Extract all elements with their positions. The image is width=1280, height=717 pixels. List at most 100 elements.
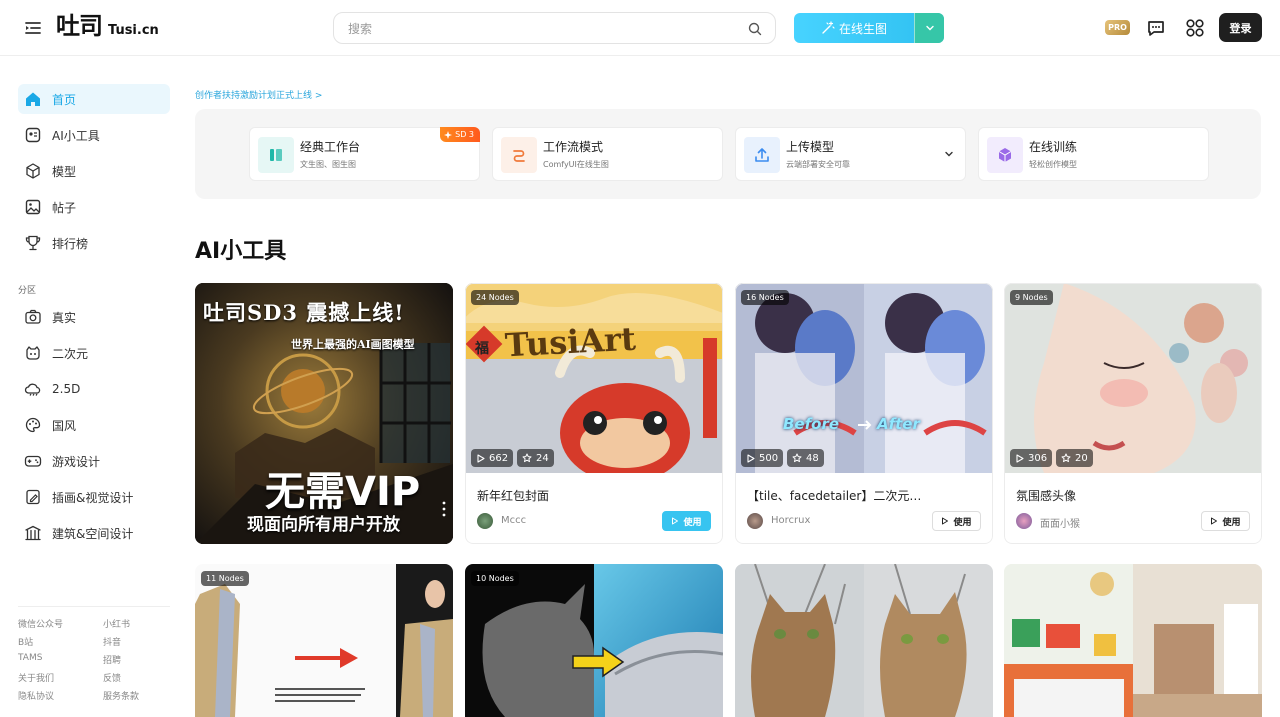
- play-icon: [1211, 517, 1218, 525]
- card-brand-text: TusiArt: [504, 319, 637, 365]
- generate-dropdown[interactable]: [914, 13, 944, 43]
- card-author[interactable]: Mccc: [501, 515, 526, 526]
- sidebar-category-game[interactable]: 游戏设计: [18, 446, 170, 476]
- banner-subheadline: 世界上最强的AI画图模型: [291, 338, 415, 351]
- quick-card-classic-workbench[interactable]: 经典工作台 文生图、图生图 SD 3: [249, 127, 480, 181]
- footer-link-xiaohongshu[interactable]: 小红书: [103, 617, 130, 630]
- sidebar-category-2-5d[interactable]: 2.5D: [18, 374, 170, 404]
- footer-link-wechat[interactable]: 微信公众号: [18, 617, 63, 630]
- sidebar-item-label: 2.5D: [52, 382, 81, 396]
- stars-stat: 20: [1056, 449, 1093, 467]
- anime-face-icon: [24, 344, 42, 362]
- quick-card-title: 经典工作台: [300, 140, 361, 154]
- sidebar-category-real[interactable]: 真实: [18, 302, 170, 332]
- sidebar-item-label: 首页: [52, 92, 77, 107]
- tool-card-fashion[interactable]: 11 Nodes: [195, 564, 453, 717]
- sidebar-item-home[interactable]: 首页: [18, 84, 170, 114]
- ai-tool-icon: [24, 126, 42, 144]
- search-input[interactable]: [348, 19, 728, 39]
- logo-sub-text: Tusi.cn: [108, 23, 159, 38]
- card-author[interactable]: Horcrux: [771, 515, 810, 526]
- avatar[interactable]: [747, 513, 763, 529]
- sd3-banner-card[interactable]: 吐司SD3 震撼上线! 世界上最强的AI画图模型 无需VIP 现面向所有用户开放: [195, 283, 453, 544]
- card-author[interactable]: 面面小猴: [1040, 515, 1080, 530]
- sidebar: 首页 AI小工具 模型 帖子 排行榜 分区 真实 二次元 2.5D 国风 游戏设…: [0, 57, 180, 717]
- footer-link-privacy[interactable]: 隐私协议: [18, 689, 54, 702]
- menu-toggle-icon[interactable]: [22, 17, 44, 39]
- tool-card-cats[interactable]: [735, 564, 993, 717]
- quick-card-workflow[interactable]: 工作流模式 ComfyUI在线生图: [492, 127, 723, 181]
- sidebar-item-posts[interactable]: 帖子: [18, 192, 170, 222]
- use-button[interactable]: 使用: [662, 511, 711, 531]
- magic-wand-icon: [822, 21, 835, 34]
- chevron-down-icon[interactable]: [943, 148, 955, 160]
- more-dots-icon[interactable]: [441, 501, 447, 517]
- card-image: [1004, 283, 1262, 473]
- generate-button[interactable]: 在线生图: [794, 13, 944, 43]
- use-button[interactable]: 使用: [1201, 511, 1250, 531]
- pro-badge[interactable]: PRO: [1105, 20, 1130, 35]
- login-button[interactable]: 登录: [1219, 13, 1262, 42]
- quick-card-subtitle: 云端部署安全可靠: [786, 160, 850, 169]
- use-button-label: 使用: [1222, 517, 1241, 528]
- card-title: 氛围感头像: [1016, 489, 1077, 503]
- footer-link-tams[interactable]: TAMS: [18, 653, 42, 663]
- nodes-badge: 11 Nodes: [201, 571, 249, 586]
- before-label: Before: [783, 415, 840, 433]
- message-icon[interactable]: [1145, 17, 1167, 39]
- footer-link-about[interactable]: 关于我们: [18, 671, 54, 684]
- camera-icon: [24, 308, 42, 326]
- avatar[interactable]: [477, 513, 493, 529]
- gamepad-icon: [24, 452, 42, 470]
- sidebar-item-models[interactable]: 模型: [18, 156, 170, 186]
- sidebar-divider: [18, 606, 170, 607]
- banner-no-vip: 无需VIP: [265, 469, 421, 515]
- footer-link-feedback[interactable]: 反馈: [103, 671, 121, 684]
- runs-count: 306: [1028, 452, 1048, 464]
- use-button-label: 使用: [683, 517, 702, 528]
- tool-card-shark[interactable]: 10 Nodes: [465, 564, 723, 717]
- tool-card-interior[interactable]: [1004, 564, 1262, 717]
- section-label: 分区: [18, 286, 37, 296]
- use-button[interactable]: 使用: [932, 511, 981, 531]
- sidebar-item-leaderboard[interactable]: 排行榜: [18, 228, 170, 258]
- announcement-link[interactable]: 创作者扶持激励计划正式上线 >: [195, 88, 322, 101]
- quick-card-subtitle: 轻松创作模型: [1029, 160, 1077, 169]
- play-icon: [477, 453, 485, 463]
- sidebar-category-architecture[interactable]: 建筑&空间设计: [18, 518, 170, 548]
- footer-link-terms[interactable]: 服务条款: [103, 689, 139, 702]
- upload-icon: [744, 137, 780, 173]
- tool-card-red-envelope[interactable]: 福 TusiArt 24 Nodes 662 24 新年红包封面 Mccc 使用: [465, 283, 723, 544]
- footer-link-jobs[interactable]: 招聘: [103, 653, 121, 666]
- card-title: 【tile、facedetailer】二次元超强修复超...: [747, 489, 927, 503]
- apps-grid-icon[interactable]: [1184, 17, 1206, 39]
- nodes-badge: 24 Nodes: [471, 290, 519, 305]
- sidebar-category-illustration[interactable]: 插画&视觉设计: [18, 482, 170, 512]
- search-icon[interactable]: [747, 21, 763, 37]
- arrow-right-icon: [858, 420, 872, 430]
- stars-count: 20: [1075, 452, 1088, 464]
- card-image: [195, 564, 453, 717]
- quick-card-online-training[interactable]: 在线训练 轻松创作模型: [978, 127, 1209, 181]
- tool-card-atmosphere-avatar[interactable]: 9 Nodes 306 20 氛围感头像 面面小猴 使用: [1004, 283, 1262, 544]
- footer-link-bilibili[interactable]: B站: [18, 635, 33, 648]
- sidebar-category-guofeng[interactable]: 国风: [18, 410, 170, 440]
- chevron-down-icon: [925, 25, 934, 31]
- sidebar-item-label: 国风: [52, 418, 77, 433]
- sd3-badge: SD 3: [440, 127, 480, 142]
- sidebar-category-anime[interactable]: 二次元: [18, 338, 170, 368]
- trophy-icon: [24, 234, 42, 252]
- quick-card-upload-model[interactable]: 上传模型 云端部署安全可靠: [735, 127, 966, 181]
- after-label: After: [877, 415, 920, 433]
- stars-count: 48: [806, 452, 819, 464]
- footer-link-douyin[interactable]: 抖音: [103, 635, 121, 648]
- star-icon: [792, 453, 802, 463]
- runs-count: 662: [489, 452, 509, 464]
- tool-card-tile-facedetailer[interactable]: Before After 16 Nodes 500 48 【tile、faced…: [735, 283, 993, 544]
- avatar[interactable]: [1016, 513, 1032, 529]
- generate-main[interactable]: 在线生图: [794, 13, 914, 43]
- play-icon: [747, 453, 755, 463]
- site-logo[interactable]: 吐司 Tusi.cn: [56, 12, 159, 40]
- sidebar-item-label: 建筑&空间设计: [52, 526, 134, 541]
- sidebar-item-ai-tools[interactable]: AI小工具: [18, 120, 170, 150]
